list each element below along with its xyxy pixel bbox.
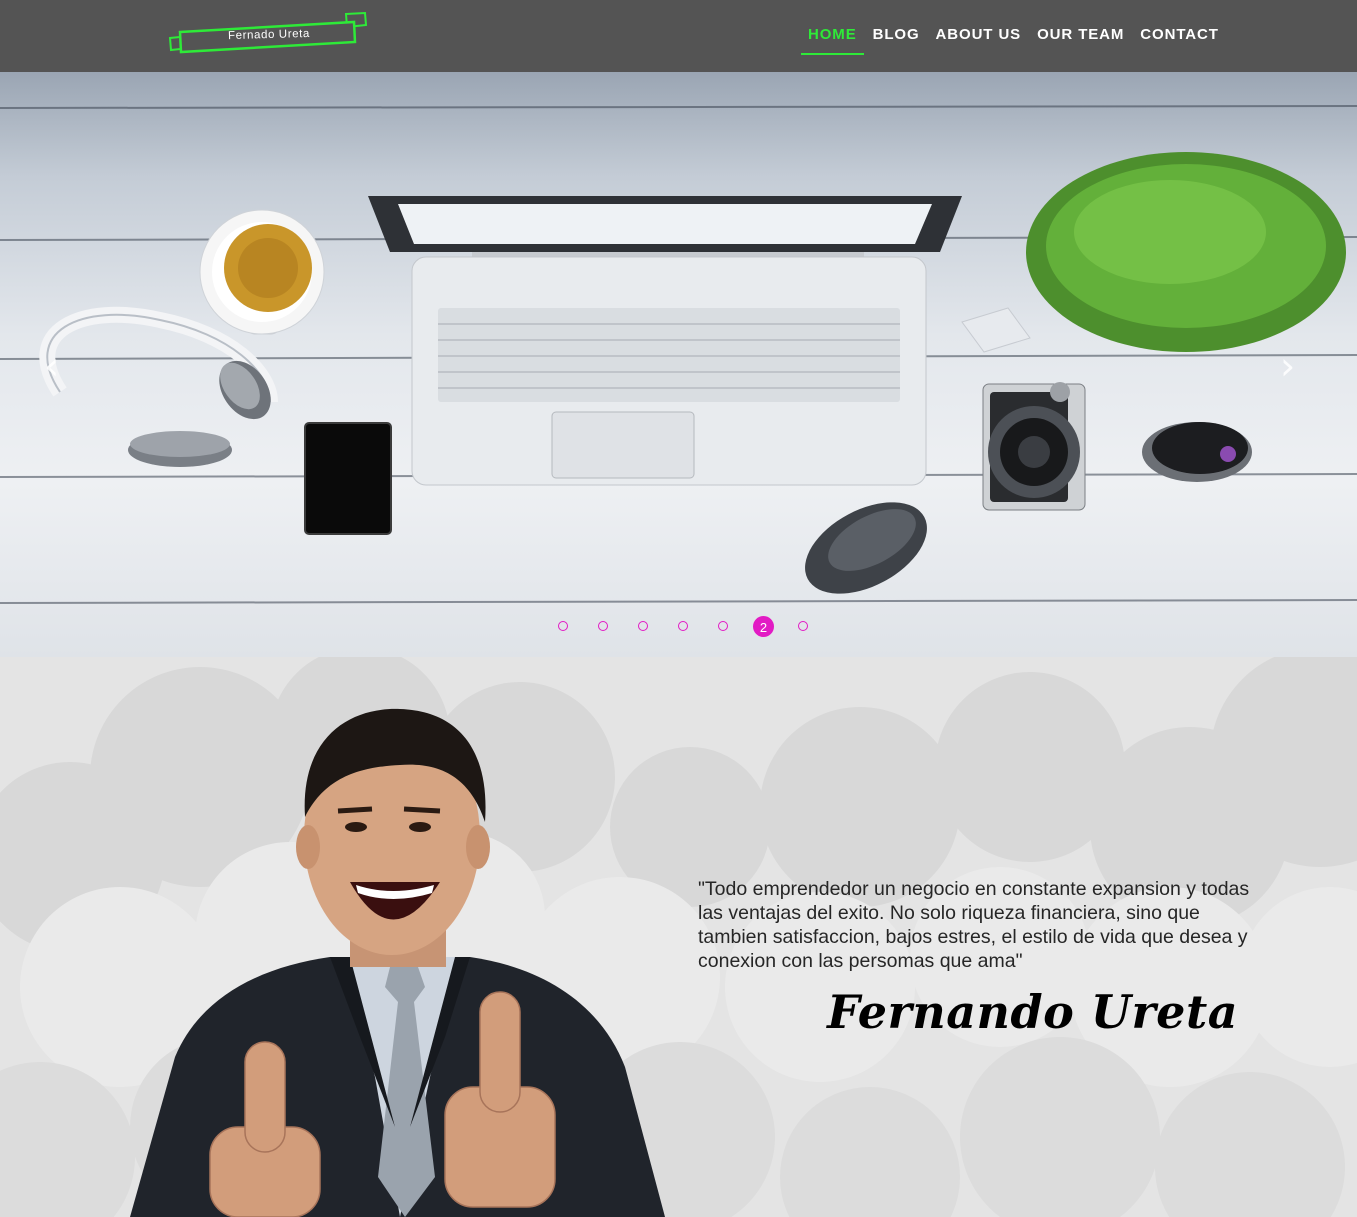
testimonial-author: Fernando Ureta (827, 985, 1238, 1039)
top-navbar: Fernado Ureta HOME BLOG ABOUT US OUR TEA… (0, 0, 1357, 72)
nav-home[interactable]: HOME (800, 25, 865, 55)
carousel-prev-icon[interactable]: ‹ (44, 347, 59, 385)
carousel-indicator-4[interactable] (678, 621, 688, 631)
carousel-indicator-active[interactable]: 2 (753, 616, 774, 637)
nav-blog[interactable]: BLOG (865, 25, 928, 55)
brand-logo[interactable]: Fernado Ureta (168, 12, 368, 60)
carousel-next-icon[interactable]: › (1280, 347, 1295, 385)
testimonial-section: "Todo emprendedor un negocio en constant… (0, 657, 1357, 1217)
nav-our-team[interactable]: OUR TEAM (1029, 25, 1132, 55)
nav-about-us[interactable]: ABOUT US (928, 25, 1030, 55)
hero-carousel: ‹ › 2 (0, 72, 1357, 657)
carousel-indicators: 2 (0, 616, 1357, 640)
carousel-indicator-1[interactable] (558, 621, 568, 631)
carousel-indicator-5[interactable] (718, 621, 728, 631)
nav-contact[interactable]: CONTACT (1132, 25, 1227, 55)
hero-desk-image (0, 105, 1357, 604)
carousel-indicator-3[interactable] (638, 621, 648, 631)
main-nav: HOME BLOG ABOUT US OUR TEAM CONTACT (800, 25, 1227, 55)
testimonial-quote: "Todo emprendedor un negocio en constant… (698, 877, 1250, 972)
carousel-indicator-2[interactable] (598, 621, 608, 631)
carousel-indicator-7[interactable] (798, 621, 808, 631)
